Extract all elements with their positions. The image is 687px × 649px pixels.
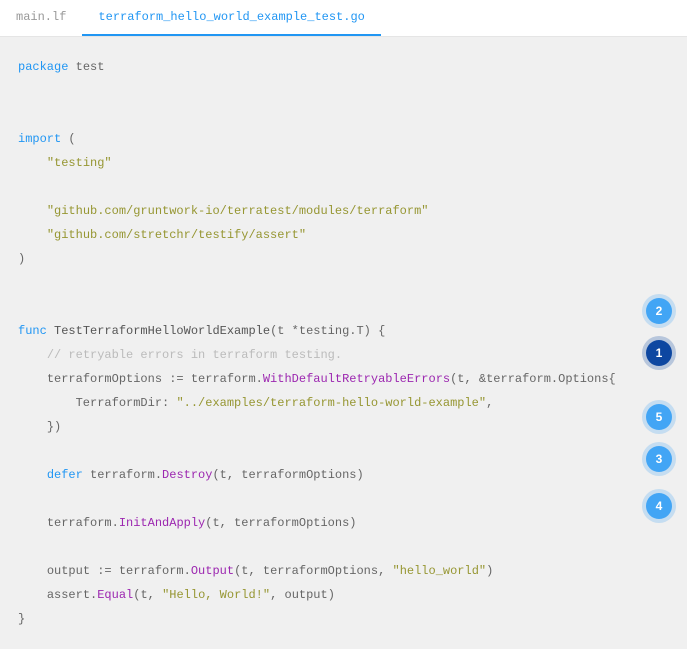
- destroy-args: (t, terraformOptions): [212, 468, 363, 482]
- assert-pre: assert.: [47, 588, 97, 602]
- output-str: "hello_world": [393, 564, 487, 578]
- annotation-marker-5[interactable]: 5: [646, 404, 672, 430]
- import-paren-open: (: [61, 132, 75, 146]
- fn-withdefault: WithDefaultRetryableErrors: [263, 372, 450, 386]
- output-assign: output := terraform.: [47, 564, 191, 578]
- func-sig: (t *testing.T) {: [270, 324, 385, 338]
- annotation-marker-2[interactable]: 2: [646, 298, 672, 324]
- func-close: }: [18, 612, 25, 626]
- keyword-func: func: [18, 324, 47, 338]
- package-name: test: [68, 60, 104, 74]
- equal-args-post: , output): [270, 588, 335, 602]
- withdef-args: (t, &terraform.Options{: [450, 372, 616, 386]
- equal-args-pre: (t,: [133, 588, 162, 602]
- fn-destroy: Destroy: [162, 468, 212, 482]
- keyword-defer: defer: [47, 468, 83, 482]
- func-name: TestTerraformHelloWorldExample: [47, 324, 270, 338]
- init-args: (t, terraformOptions): [205, 516, 356, 530]
- fn-initapply: InitAndApply: [119, 516, 205, 530]
- keyword-package: package: [18, 60, 68, 74]
- fn-equal: Equal: [97, 588, 133, 602]
- tfdir-key: TerraformDir:: [76, 396, 177, 410]
- defer-call-pre: terraform.: [83, 468, 162, 482]
- keyword-import: import: [18, 132, 61, 146]
- import-assert: "github.com/stretchr/testify/assert": [47, 228, 306, 242]
- annotation-marker-1[interactable]: 1: [646, 340, 672, 366]
- opts-close: }): [47, 420, 61, 434]
- annotation-marker-3[interactable]: 3: [646, 446, 672, 472]
- init-pre: terraform.: [47, 516, 119, 530]
- tab-bar: main.lf terraform_hello_world_example_te…: [0, 0, 687, 37]
- tfdir-val: "../examples/terraform-hello-world-examp…: [176, 396, 486, 410]
- output-args-post: ): [486, 564, 493, 578]
- tfopts-assign: terraformOptions := terraform.: [47, 372, 263, 386]
- import-testing: "testing": [47, 156, 112, 170]
- equal-str: "Hello, World!": [162, 588, 270, 602]
- annotation-marker-4[interactable]: 4: [646, 493, 672, 519]
- code-editor: package test import ( "testing" "github.…: [0, 37, 687, 649]
- comment-retryable: // retryable errors in terraform testing…: [47, 348, 342, 362]
- import-terraform: "github.com/gruntwork-io/terratest/modul…: [47, 204, 429, 218]
- import-paren-close: ): [18, 252, 25, 266]
- output-args-pre: (t, terraformOptions,: [234, 564, 392, 578]
- tfdir-comma: ,: [486, 396, 493, 410]
- tab-testfile[interactable]: terraform_hello_world_example_test.go: [82, 0, 380, 36]
- fn-output: Output: [191, 564, 234, 578]
- tab-main[interactable]: main.lf: [0, 0, 82, 36]
